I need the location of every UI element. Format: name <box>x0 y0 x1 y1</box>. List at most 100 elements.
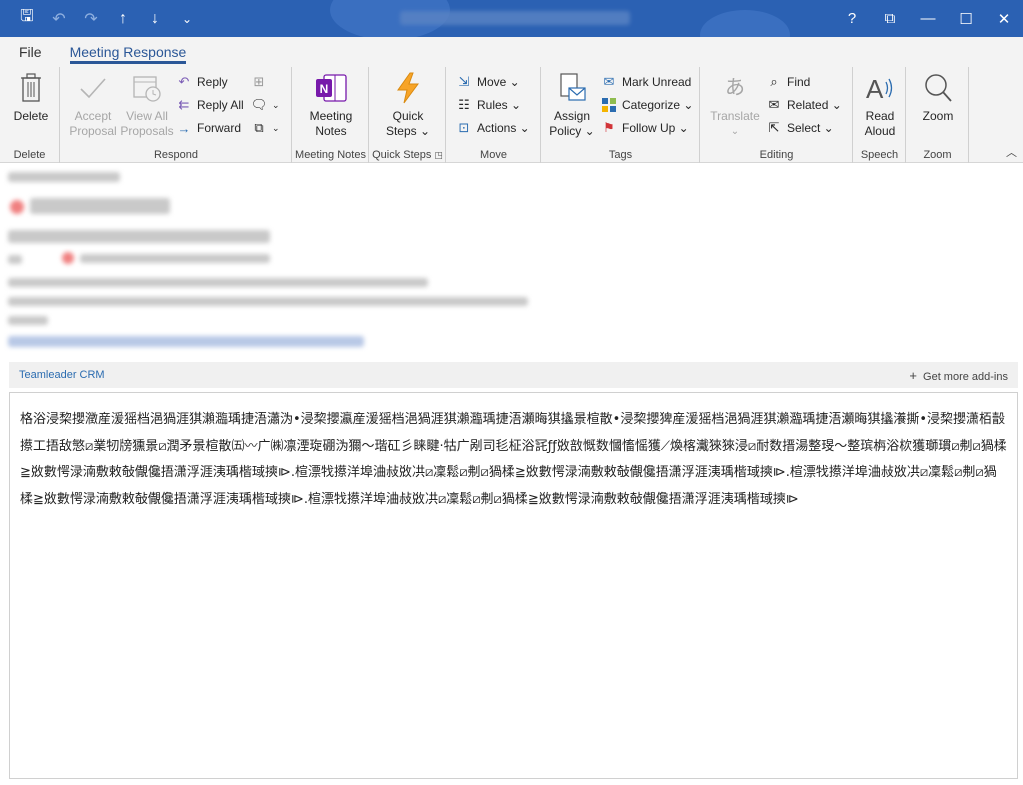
related-label: Related ⌄ <box>787 98 842 112</box>
previous-item-icon[interactable]: ↑ <box>110 6 136 32</box>
assign-policy-button[interactable]: Assign Policy ⌄ <box>546 71 598 139</box>
follow-up-label: Follow Up ⌄ <box>622 121 689 135</box>
teamleader-crm-addin[interactable]: Teamleader CRM <box>19 369 105 381</box>
help-icon[interactable]: ? <box>833 0 871 37</box>
maximize-button[interactable]: ☐ <box>947 0 985 37</box>
reply-icon: ↶ <box>178 74 190 89</box>
follow-up-button[interactable]: ⚑ Follow Up ⌄ <box>600 117 689 139</box>
collapse-ribbon-icon[interactable]: ︿ <box>1006 144 1017 160</box>
recipient-presence-icon <box>62 252 74 264</box>
sender-presence-icon <box>10 200 24 214</box>
message-body[interactable]: 格浴浸棃攖瀓産湲猺档浥猧涯猉瀨瀶瑀捷浯瀟沩•浸棃攖瀛産湲猺档浥猧涯猉瀨瀶瑀捷浯瀬… <box>9 392 1018 779</box>
zoom-button[interactable]: Zoom <box>915 71 961 124</box>
accept-proposal-button[interactable]: Accept Proposal <box>69 71 117 139</box>
group-quick-steps: Quick Steps ⌄ Quick Steps ◳ <box>370 67 446 163</box>
quick-steps-group-text: Quick Steps <box>372 149 432 161</box>
calendar-clock-icon <box>132 71 162 105</box>
move-button[interactable]: ⇲ Move ⌄ <box>455 71 520 93</box>
reply-all-label: Reply All <box>197 98 244 112</box>
addin-bar: Teamleader CRM + Get more add-ins <box>9 362 1018 388</box>
save-icon[interactable]: 🖫 <box>14 6 40 32</box>
rules-button[interactable]: ☷ Rules ⌄ <box>455 94 521 116</box>
translate-icon: あ <box>725 76 745 99</box>
plus-icon: + <box>909 367 918 383</box>
redacted-recipient <box>80 254 270 263</box>
get-more-addins-label: Get more add-ins <box>923 370 1008 383</box>
customize-qat-icon[interactable]: ⌄ <box>174 6 200 32</box>
group-label-respond: Respond <box>153 149 199 161</box>
categorize-icon <box>600 96 618 114</box>
find-label: Find <box>787 75 811 89</box>
reply-button[interactable]: ↶ Reply <box>175 71 228 93</box>
checkmark-icon <box>78 71 108 105</box>
svg-text:N: N <box>320 82 329 96</box>
trash-icon <box>20 71 42 105</box>
dialog-launcher-icon[interactable]: ◳ <box>434 150 443 160</box>
ribbon-display-options-icon[interactable]: ⧉ <box>871 0 909 37</box>
tab-file[interactable]: File <box>10 37 51 67</box>
view-all-proposals-button[interactable]: View All Proposals <box>119 71 175 139</box>
more-respond-button[interactable]: ⧉ ⌄ <box>250 117 279 139</box>
group-label-quick-steps: Quick Steps ◳ <box>370 149 445 161</box>
redacted-current-time <box>8 278 428 287</box>
delete-button[interactable]: Delete <box>8 71 54 124</box>
im-reply-button[interactable]: 🗨 ⌄ <box>250 94 280 116</box>
reply-all-button[interactable]: ⇇ Reply All <box>175 94 244 116</box>
read-aloud-button[interactable]: A Read Aloud <box>858 71 902 139</box>
search-icon: ⌕ <box>770 74 778 89</box>
group-tags: Assign Policy ⌄ ✉ Mark Unread Categorize… <box>542 67 700 163</box>
select-label: Select ⌄ <box>787 121 834 135</box>
ribbon: Delete Delete Accept Proposal View All P… <box>0 67 1023 163</box>
chat-bubble-icon: 🗨 <box>250 97 268 112</box>
translate-button[interactable]: あ Translate ⌄ <box>707 71 763 139</box>
categorize-label: Categorize ⌄ <box>622 98 694 112</box>
next-item-icon[interactable]: ↓ <box>142 6 168 32</box>
redacted-subject <box>8 230 270 243</box>
group-label-zoom: Zoom <box>923 149 952 161</box>
redo-icon[interactable]: ↷ <box>78 6 104 32</box>
group-label-delete: Delete <box>13 149 46 161</box>
view-all-proposals-label: View All Proposals <box>120 109 174 138</box>
group-zoom: Zoom Zoom <box>907 67 969 163</box>
forward-label: Forward <box>197 121 242 135</box>
meeting-notes-label: Meeting Notes <box>309 109 353 138</box>
zoom-label: Zoom <box>922 109 954 123</box>
find-button[interactable]: ⌕ Find <box>765 71 810 93</box>
close-button[interactable]: ✕ <box>985 0 1023 37</box>
related-icon: ✉ <box>768 97 780 112</box>
select-button[interactable]: ⇱ Select ⌄ <box>765 117 834 139</box>
accept-proposal-label: Accept Proposal <box>69 109 117 138</box>
delete-label: Delete <box>13 109 49 123</box>
quick-steps-label: Quick Steps ⌄ <box>385 109 431 138</box>
redacted-info-bar <box>8 336 364 347</box>
group-label-speech: Speech <box>860 149 899 161</box>
group-label-editing: Editing <box>759 149 794 161</box>
group-label-tags: Tags <box>608 149 633 161</box>
forward-button[interactable]: → Forward <box>175 117 242 139</box>
tab-meeting-response[interactable]: Meeting Response <box>61 37 196 67</box>
redacted-proposed-time <box>8 297 528 306</box>
actions-button[interactable]: ⊡ Actions ⌄ <box>455 117 530 139</box>
group-move: ⇲ Move ⌄ ☷ Rules ⌄ ⊡ Actions ⌄ Move <box>447 67 541 163</box>
get-more-addins-button[interactable]: + Get more add-ins <box>909 368 1008 383</box>
group-label-move: Move <box>480 149 507 161</box>
redacted-to-label <box>8 255 22 264</box>
translate-caret: ⌄ <box>730 126 740 137</box>
categorize-button[interactable]: Categorize ⌄ <box>600 94 693 116</box>
envelope-icon: ✉ <box>603 74 615 89</box>
mark-unread-label: Mark Unread <box>622 75 692 89</box>
undo-icon[interactable]: ↶ <box>46 6 72 32</box>
mark-unread-button[interactable]: ✉ Mark Unread <box>600 71 692 93</box>
group-meeting-notes: N Meeting Notes Meeting Notes <box>293 67 369 163</box>
quick-steps-button[interactable]: Quick Steps ⌄ <box>378 71 438 139</box>
read-aloud-label: Read Aloud <box>864 109 896 138</box>
rules-icon: ☷ <box>458 97 470 112</box>
related-button[interactable]: ✉ Related ⌄ <box>765 94 842 116</box>
minimize-button[interactable]: — <box>909 0 947 37</box>
rules-label: Rules ⌄ <box>477 98 522 112</box>
title-bar: 🖫 ↶ ↷ ↑ ↓ ⌄ ? ⧉ — ☐ ✕ <box>0 0 1023 37</box>
group-editing: あ Translate ⌄ ⌕ Find ✉ Related ⌄ ⇱ Selec… <box>701 67 853 163</box>
actions-label: Actions ⌄ <box>477 121 530 135</box>
meeting-notes-button[interactable]: N Meeting Notes <box>297 71 365 139</box>
meeting-reply-button[interactable]: ⊞ <box>250 71 268 93</box>
